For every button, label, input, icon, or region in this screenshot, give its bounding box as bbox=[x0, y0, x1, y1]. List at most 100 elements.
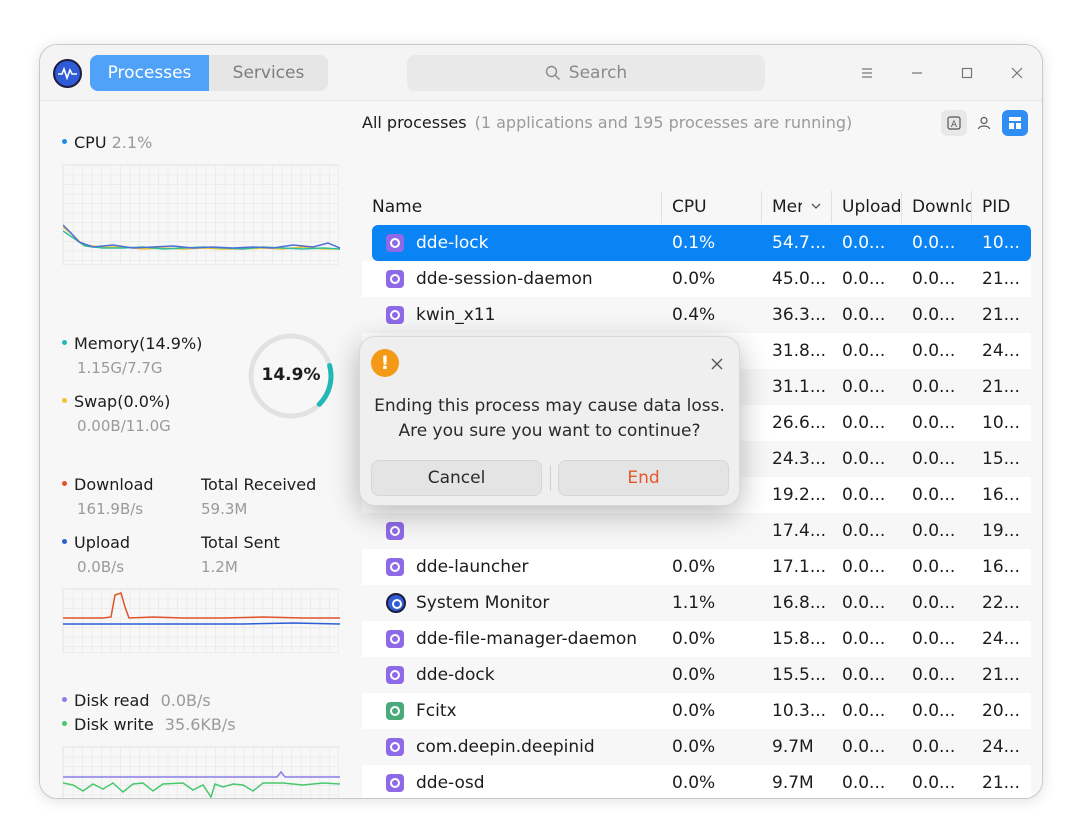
dialog-message-line1: Ending this process may cause data loss. bbox=[374, 396, 725, 416]
tab-services[interactable]: Services bbox=[209, 55, 328, 91]
table-row[interactable]: dde-lock 0.1% 54.7... 0.0... 0.0... 10... bbox=[372, 225, 1031, 261]
search-input[interactable]: Search bbox=[407, 55, 765, 91]
process-gear-icon bbox=[386, 738, 404, 756]
process-memory: 45.0... bbox=[772, 269, 827, 289]
process-pid: 16... bbox=[982, 485, 1020, 505]
tab-processes[interactable]: Processes bbox=[90, 55, 209, 91]
dialog-close-button[interactable] bbox=[711, 351, 723, 375]
view-my-processes-button[interactable] bbox=[971, 110, 997, 136]
column-download[interactable]: Downlo bbox=[912, 197, 972, 217]
process-count: (1 applications and 195 processes are ru… bbox=[474, 113, 853, 132]
process-memory: 31.8... bbox=[772, 341, 827, 361]
grid-view-icon bbox=[1009, 117, 1021, 129]
process-pid: 15... bbox=[982, 449, 1020, 469]
column-upload[interactable]: Upload bbox=[842, 197, 904, 217]
process-name: dde-osd bbox=[416, 773, 485, 793]
process-upload: 0.0... bbox=[842, 593, 886, 613]
process-name: com.deepin.deepinid bbox=[416, 737, 595, 757]
process-download: 0.0... bbox=[912, 341, 956, 361]
maximize-icon bbox=[961, 67, 973, 79]
titlebar: Processes Services Search bbox=[40, 45, 1042, 101]
column-cpu[interactable]: CPU bbox=[672, 197, 752, 217]
menu-button[interactable] bbox=[853, 59, 881, 87]
process-download: 0.0... bbox=[912, 737, 956, 757]
process-pid: 24... bbox=[982, 737, 1020, 757]
upload-value: 0.0B/s bbox=[77, 558, 125, 576]
table-row[interactable]: kwin_x11 0.4% 36.3... 0.0... 0.0... 21... bbox=[362, 297, 1031, 333]
process-upload: 0.0... bbox=[842, 341, 886, 361]
table-row[interactable]: dde-session-daemon 0.0% 45.0... 0.0... 0.0..… bbox=[362, 261, 1031, 297]
view-all-processes-button[interactable] bbox=[1002, 110, 1028, 136]
cpu-graph bbox=[62, 164, 341, 265]
process-cpu: 1.1% bbox=[672, 593, 716, 613]
process-cpu: 0.0% bbox=[672, 557, 716, 577]
process-download: 0.0... bbox=[912, 521, 956, 541]
process-cpu: 0.0% bbox=[672, 269, 716, 289]
memory-ring-percent: 14.9% bbox=[261, 365, 321, 385]
disk-write-label: Disk write 35.6KB/s bbox=[62, 715, 236, 734]
process-memory: 26.6... bbox=[772, 413, 827, 433]
end-process-dialog: ! Ending this process may cause data los… bbox=[359, 336, 740, 506]
cancel-button[interactable]: Cancel bbox=[371, 460, 542, 496]
table-row[interactable]: Fcitx 0.0% 10.3... 0.0... 0.0... 20... bbox=[362, 693, 1031, 729]
process-download: 0.0... bbox=[912, 629, 956, 649]
process-gear-icon bbox=[386, 558, 404, 576]
maximize-button[interactable] bbox=[953, 59, 981, 87]
total-sent-value: 1.2M bbox=[201, 558, 238, 576]
close-icon bbox=[1011, 67, 1023, 79]
total-received-value: 59.3M bbox=[201, 500, 248, 518]
table-row[interactable]: dde-launcher 0.0% 17.1... 0.0... 0.0... 16... bbox=[362, 549, 1031, 585]
process-upload: 0.0... bbox=[842, 521, 886, 541]
cpu-value: 2.1% bbox=[111, 133, 153, 152]
process-memory: 54.7... bbox=[772, 233, 827, 253]
table-row[interactable]: dde-file-manager-daemon 0.0% 15.8... 0.0...… bbox=[362, 621, 1031, 657]
process-pid: 24... bbox=[982, 341, 1020, 361]
swap-label: Swap(0.0%) bbox=[62, 392, 170, 411]
process-upload: 0.0... bbox=[842, 773, 886, 793]
view-applications-button[interactable]: A bbox=[941, 110, 967, 136]
process-memory: 9.7M bbox=[772, 737, 814, 757]
disk-graph bbox=[62, 746, 341, 798]
process-download: 0.0... bbox=[912, 305, 956, 325]
process-memory: 36.3... bbox=[772, 305, 827, 325]
process-upload: 0.0... bbox=[842, 233, 886, 253]
process-pid: 21... bbox=[982, 773, 1020, 793]
table-row[interactable]: dde-osd 0.0% 9.7M 0.0... 0.0... 21... bbox=[362, 765, 1031, 798]
process-name: dde-file-manager-daemon bbox=[416, 629, 638, 649]
process-gear-icon bbox=[386, 306, 404, 324]
resource-sidebar: CPU 2.1% Memory(14.9%) 1.15G/7.7G Swap(0… bbox=[40, 101, 360, 798]
column-memory[interactable]: Mer bbox=[772, 197, 802, 217]
column-name[interactable]: Name bbox=[372, 197, 652, 217]
network-graph bbox=[62, 588, 341, 653]
app-view-icon: A bbox=[947, 116, 961, 130]
memory-value: 1.15G/7.7G bbox=[77, 359, 163, 377]
table-row[interactable]: com.deepin.deepinid 0.0% 9.7M 0.0... 0.0... 2… bbox=[362, 729, 1031, 765]
process-memory: 9.7M bbox=[772, 773, 814, 793]
process-pid: 24... bbox=[982, 629, 1020, 649]
process-download: 0.0... bbox=[912, 593, 956, 613]
process-upload: 0.0... bbox=[842, 449, 886, 469]
process-upload: 0.0... bbox=[842, 485, 886, 505]
process-download: 0.0... bbox=[912, 269, 956, 289]
end-button[interactable]: End bbox=[558, 460, 729, 496]
process-memory: 17.4... bbox=[772, 521, 827, 541]
process-memory: 17.1... bbox=[772, 557, 827, 577]
table-row[interactable]: 17.4... 0.0... 0.0... 19... bbox=[362, 513, 1031, 549]
process-pid: 19... bbox=[982, 521, 1020, 541]
process-name: dde-launcher bbox=[416, 557, 529, 577]
close-button[interactable] bbox=[1003, 59, 1031, 87]
process-memory: 10.3... bbox=[772, 701, 827, 721]
table-row[interactable]: dde-dock 0.0% 15.5... 0.0... 0.0... 21... bbox=[362, 657, 1031, 693]
process-upload: 0.0... bbox=[842, 557, 886, 577]
process-upload: 0.0... bbox=[842, 413, 886, 433]
process-download: 0.0... bbox=[912, 557, 956, 577]
column-pid[interactable]: PID bbox=[982, 197, 1030, 217]
search-placeholder: Search bbox=[568, 63, 628, 83]
process-gear-icon bbox=[386, 270, 404, 288]
dialog-message-line2: Are you sure you want to continue? bbox=[398, 421, 701, 441]
table-row[interactable]: System Monitor 1.1% 16.8... 0.0... 0.0... 22.… bbox=[362, 585, 1031, 621]
process-memory: 31.1... bbox=[772, 377, 827, 397]
process-cpu: 0.1% bbox=[672, 233, 716, 253]
minimize-button[interactable] bbox=[903, 59, 931, 87]
process-pid: 21... bbox=[982, 269, 1020, 289]
